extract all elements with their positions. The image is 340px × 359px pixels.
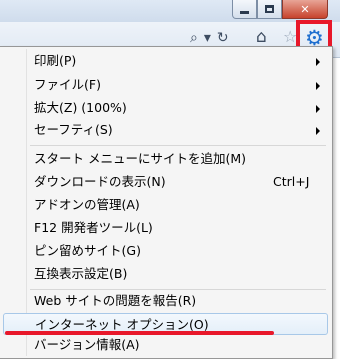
menu-item-label: バージョン情報(A) [34,337,140,352]
menu-item-label: 互換表示設定(B) [34,266,128,281]
menu-item-developer-tools[interactable]: F12 開発者ツール(L) [3,217,328,239]
submenu-arrow-icon [316,58,320,66]
submenu-arrow-icon [316,82,320,90]
tools-menu: 印刷(P) ファイル(F) 拡大(Z) (100%) セーフティ(S) スタート… [0,46,333,359]
menu-item-label: アドオンの管理(A) [34,197,140,212]
menu-item-add-site-to-start[interactable]: スタート メニューにサイトを追加(M) [3,148,328,170]
menu-item-about[interactable]: バージョン情報(A) [3,334,328,356]
close-button[interactable]: ✕ [282,0,328,19]
menu-item-label: 拡大(Z) (100%) [34,100,127,115]
menu-item-label: セーフティ(S) [34,122,113,137]
maximize-icon [265,5,274,13]
menu-item-file[interactable]: ファイル(F) [3,74,328,96]
home-icon[interactable]: ⌂ [256,27,267,47]
menu-item-safety[interactable]: セーフティ(S) [3,119,328,141]
menu-item-compatibility-settings[interactable]: 互換表示設定(B) [3,263,328,285]
menu-item-print[interactable]: 印刷(P) [3,50,328,72]
menu-item-label: 印刷(P) [34,53,77,68]
menu-separator [30,145,326,146]
menu-item-report-website-problems[interactable]: Web サイトの問題を報告(R) [3,290,328,312]
refresh-icon[interactable]: ↻ [217,30,229,46]
menu-item-zoom[interactable]: 拡大(Z) (100%) [3,97,328,119]
highlight-underline [5,331,274,335]
chevron-down-icon[interactable]: ▾ [204,30,211,46]
close-icon: ✕ [300,2,310,16]
menu-item-manage-addons[interactable]: アドオンの管理(A) [3,194,328,216]
submenu-arrow-icon [316,105,320,113]
search-icon[interactable]: ⌕ [190,30,198,46]
menu-item-label: スタート メニューにサイトを追加(M) [34,151,247,166]
menu-item-view-downloads[interactable]: ダウンロードの表示(N) Ctrl+J [3,171,328,193]
menu-item-label: Web サイトの問題を報告(R) [34,293,197,308]
menu-item-shortcut: Ctrl+J [273,174,310,189]
menu-item-label: F12 開発者ツール(L) [34,220,153,235]
menu-item-label: ダウンロードの表示(N) [34,174,166,189]
menu-item-pinned-sites[interactable]: ピン留めサイト(G) [3,240,328,262]
maximize-button[interactable] [257,0,282,19]
submenu-arrow-icon [316,127,320,135]
minimize-icon [240,10,249,14]
menu-item-label: ピン留めサイト(G) [34,243,141,258]
minimize-button[interactable] [232,0,257,19]
menu-item-label: ファイル(F) [34,77,101,92]
